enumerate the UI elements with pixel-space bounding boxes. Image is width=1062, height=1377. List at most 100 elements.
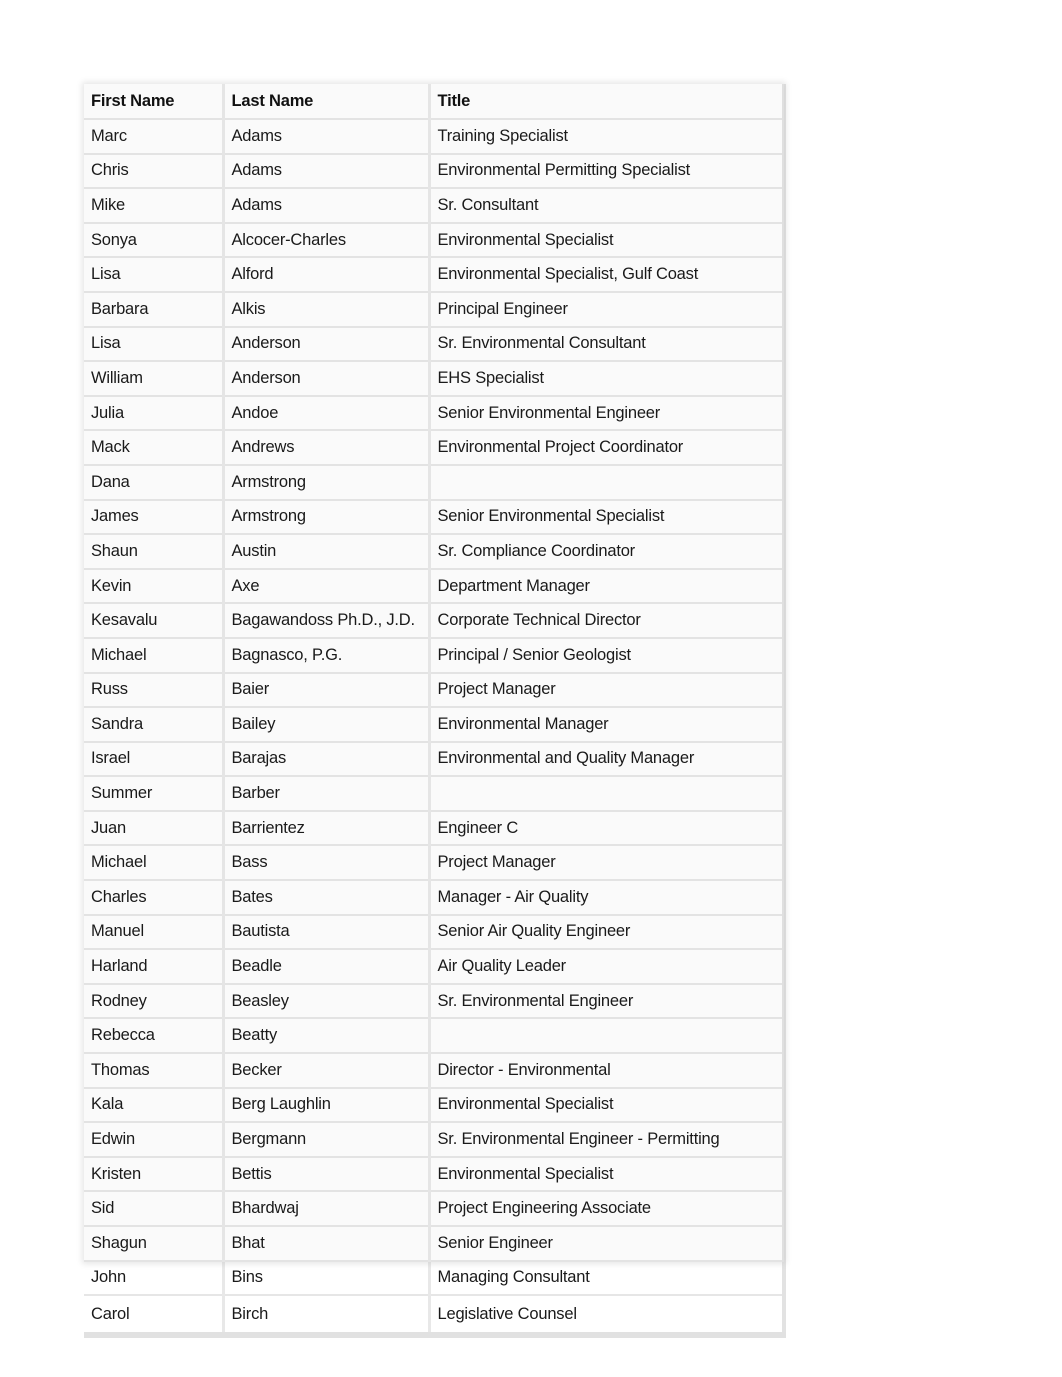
first-name-cell: Dana bbox=[84, 464, 225, 501]
last-name-cell: Birch bbox=[223, 1295, 431, 1339]
first-name-cell: Charles bbox=[84, 880, 225, 916]
table-row: Harland Beadle Air Quality Leader bbox=[84, 949, 786, 985]
title-cell: Manager - Air Quality bbox=[429, 880, 786, 916]
title-cell: Engineer C bbox=[429, 810, 786, 847]
title-cell: Corporate Technical Director bbox=[429, 603, 786, 639]
table-row: Marc Adams Training Specialist bbox=[84, 119, 786, 155]
table-row: Juan Barrientez Engineer C bbox=[84, 810, 786, 847]
table-row: Rebecca Beatty bbox=[84, 1018, 786, 1055]
last-name-cell: Axe bbox=[223, 568, 431, 605]
first-name-cell: Sid bbox=[84, 1191, 225, 1227]
table-row: Shagun Bhat Senior Engineer bbox=[84, 1226, 786, 1262]
title-cell bbox=[429, 776, 786, 812]
first-name-cell: Russ bbox=[84, 672, 225, 709]
last-name-cell: Barrientez bbox=[223, 810, 431, 847]
last-name-cell: Beadle bbox=[223, 949, 431, 985]
table-row: Lisa Alford Environmental Specialist, Gulf… bbox=[84, 257, 786, 293]
first-name-cell: Rebecca bbox=[84, 1018, 225, 1055]
title-cell: Sr. Environmental Engineer - Permitting bbox=[429, 1122, 786, 1158]
last-name-cell: Alkis bbox=[223, 291, 431, 328]
last-name-cell: Andrews bbox=[223, 430, 431, 466]
table-row: Michael Bagnasco, P.G. Principal / Senior … bbox=[84, 637, 786, 674]
table-row: Rodney Beasley Sr. Environmental Engineer bbox=[84, 983, 786, 1020]
title-cell: Environmental Permitting Specialist bbox=[429, 153, 786, 190]
table-row: Kesavalu Bagawandoss Ph.D., J.D. Corporate… bbox=[84, 603, 786, 639]
title-cell: Sr. Compliance Coordinator bbox=[429, 534, 786, 570]
table-row: Edwin Bergmann Sr. Environmental Engineer … bbox=[84, 1122, 786, 1158]
first-name-cell: Juan bbox=[84, 810, 225, 847]
last-name-cell: Bettis bbox=[223, 1156, 431, 1193]
last-name-cell: Alford bbox=[223, 257, 431, 293]
title-cell: EHS Specialist bbox=[429, 361, 786, 397]
first-name-cell: Marc bbox=[84, 119, 225, 155]
last-name-cell: Armstrong bbox=[223, 499, 431, 536]
table-row: Summer Barber bbox=[84, 776, 786, 812]
title-cell: Air Quality Leader bbox=[429, 949, 786, 985]
first-name-cell: Kesavalu bbox=[84, 603, 225, 639]
table-row: Kala Berg Laughlin Environmental Specialis… bbox=[84, 1087, 786, 1124]
table-body: Marc Adams Training Specialist Chris Adams En… bbox=[84, 119, 786, 1339]
last-name-cell: Bergmann bbox=[223, 1122, 431, 1158]
table-row: Chris Adams Environmental Permitting Speci… bbox=[84, 153, 786, 190]
header-title: Title bbox=[429, 84, 786, 120]
first-name-cell: Kristen bbox=[84, 1156, 225, 1193]
first-name-cell: Israel bbox=[84, 741, 225, 778]
table-row: Russ Baier Project Manager bbox=[84, 672, 786, 709]
first-name-cell: Carol bbox=[84, 1295, 225, 1339]
title-cell: Managing Consultant bbox=[429, 1260, 786, 1297]
table-row: Charles Bates Manager - Air Quality bbox=[84, 880, 786, 916]
first-name-cell: Shaun bbox=[84, 534, 225, 570]
title-cell: Environmental Project Coordinator bbox=[429, 430, 786, 466]
title-cell: Senior Environmental Engineer bbox=[429, 395, 786, 432]
table-row: Sonya Alcocer-Charles Environmental Specia… bbox=[84, 222, 786, 259]
first-name-cell: Chris bbox=[84, 153, 225, 190]
title-cell: Project Manager bbox=[429, 845, 786, 882]
first-name-cell: Shagun bbox=[84, 1226, 225, 1262]
last-name-cell: Bates bbox=[223, 880, 431, 916]
title-cell: Environmental Specialist, Gulf Coast bbox=[429, 257, 786, 293]
last-name-cell: Barajas bbox=[223, 741, 431, 778]
table-row: William Anderson EHS Specialist bbox=[84, 361, 786, 397]
first-name-cell: Summer bbox=[84, 776, 225, 812]
last-name-cell: Bhardwaj bbox=[223, 1191, 431, 1227]
table-row: Mike Adams Sr. Consultant bbox=[84, 188, 786, 224]
table-row: Lisa Anderson Sr. Environmental Consultant bbox=[84, 326, 786, 363]
last-name-cell: Bagnasco, P.G. bbox=[223, 637, 431, 674]
title-cell: Environmental and Quality Manager bbox=[429, 741, 786, 778]
table-row: Sandra Bailey Environmental Manager bbox=[84, 707, 786, 743]
table-row: James Armstrong Senior Environmental Speci… bbox=[84, 499, 786, 536]
title-cell: Environmental Specialist bbox=[429, 1156, 786, 1193]
last-name-cell: Austin bbox=[223, 534, 431, 570]
table-row: John Bins Managing Consultant bbox=[84, 1260, 786, 1297]
first-name-cell: Sandra bbox=[84, 707, 225, 743]
first-name-cell: Michael bbox=[84, 637, 225, 674]
title-cell: Senior Engineer bbox=[429, 1226, 786, 1262]
first-name-cell: Lisa bbox=[84, 257, 225, 293]
last-name-cell: Beasley bbox=[223, 983, 431, 1020]
first-name-cell: Kala bbox=[84, 1087, 225, 1124]
table-row: Julia Andoe Senior Environmental Engineer bbox=[84, 395, 786, 432]
first-name-cell: Lisa bbox=[84, 326, 225, 363]
last-name-cell: Becker bbox=[223, 1053, 431, 1089]
header-row: First Name Last Name Title bbox=[84, 84, 786, 120]
table-row: Michael Bass Project Manager bbox=[84, 845, 786, 882]
table-row: Thomas Becker Director - Environmental bbox=[84, 1053, 786, 1089]
last-name-cell: Bailey bbox=[223, 707, 431, 743]
first-name-cell: Julia bbox=[84, 395, 225, 432]
last-name-cell: Adams bbox=[223, 188, 431, 224]
last-name-cell: Anderson bbox=[223, 326, 431, 363]
title-cell bbox=[429, 1018, 786, 1055]
title-cell: Legislative Counsel bbox=[429, 1295, 786, 1339]
first-name-cell: Barbara bbox=[84, 291, 225, 328]
title-cell: Sr. Environmental Consultant bbox=[429, 326, 786, 363]
last-name-cell: Bhat bbox=[223, 1226, 431, 1262]
title-cell: Sr. Consultant bbox=[429, 188, 786, 224]
table-row: Barbara Alkis Principal Engineer bbox=[84, 291, 786, 328]
first-name-cell: Edwin bbox=[84, 1122, 225, 1158]
table-row: Mack Andrews Environmental Project Coordin… bbox=[84, 430, 786, 466]
first-name-cell: Manuel bbox=[84, 914, 225, 951]
first-name-cell: Rodney bbox=[84, 983, 225, 1020]
table-row: Shaun Austin Sr. Compliance Coordinator bbox=[84, 534, 786, 570]
last-name-cell: Bautista bbox=[223, 914, 431, 951]
title-cell: Senior Environmental Specialist bbox=[429, 499, 786, 536]
